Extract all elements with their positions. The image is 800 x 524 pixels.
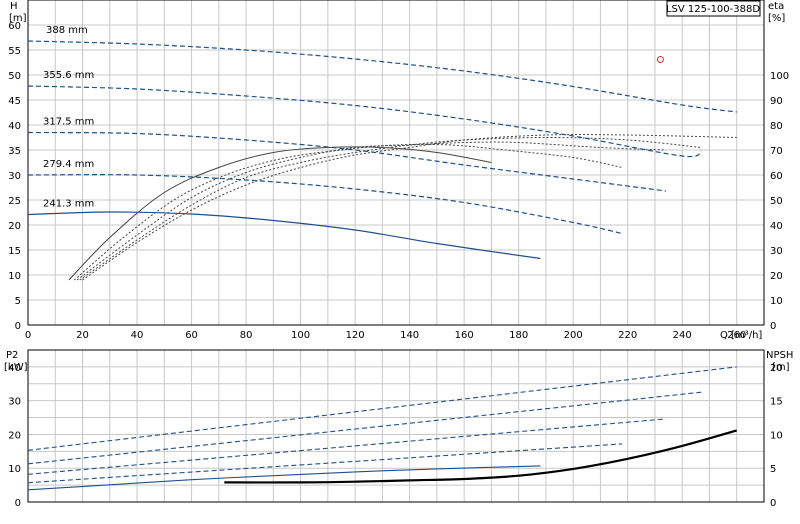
pump-curve-chart: H [m] eta [%] 0 5 10 15 20 25 30 35 40 45 50 55 60 0 10 20 3… [0, 0, 800, 520]
top-y2-tick-label: 50 [770, 196, 783, 207]
top-y2-axis-unit: [%] [768, 13, 785, 24]
top-y-tick-label: 30 [8, 171, 21, 182]
efficiency-curve [76, 141, 666, 281]
bottom-y-tick-label: 0 [15, 498, 21, 509]
power-curve [27, 443, 623, 484]
top-x-tick-label: 240 [673, 330, 692, 341]
bottom-y2-tick-label: 20 [770, 363, 783, 374]
bottom-y2-axis-label: NPSH [766, 350, 793, 361]
top-y-tick-label: 5 [15, 296, 21, 307]
top-x-tick-label: 20 [76, 330, 89, 341]
top-y-tick-label: 55 [8, 46, 21, 57]
power-curve [27, 418, 666, 475]
top-x-tick-label: 80 [240, 330, 253, 341]
pump-curve-svg: H[m]eta[%]051015202530354045505560010203… [4, 0, 793, 509]
top-y-tick-label: 0 [15, 321, 21, 332]
bottom-y-tick-label: 20 [8, 430, 21, 441]
top-y2-tick-label: 10 [770, 296, 783, 307]
top-y2-tick-label: 40 [770, 221, 783, 232]
head-curve-label: 279.4 mm [43, 159, 94, 170]
top-y2-tick-label: 100 [770, 71, 789, 82]
top-y-tick-label: 40 [8, 121, 21, 132]
bottom-y-tick-label: 40 [8, 363, 21, 374]
top-y2-axis-label: eta [768, 1, 784, 12]
head-curve-label: 317.5 mm [43, 117, 94, 128]
top-y2-tick-label: 80 [770, 121, 783, 132]
bottom-y2-tick-label: 5 [770, 464, 776, 475]
top-x-tick-label: 160 [455, 330, 474, 341]
top-x-tick-label: 0 [25, 330, 31, 341]
top-y-tick-label: 35 [8, 146, 21, 157]
bottom-y2-tick-label: 10 [770, 430, 783, 441]
operating-point-marker [656, 56, 664, 63]
top-y2-tick-label: 90 [770, 96, 783, 107]
efficiency-curve [68, 146, 492, 281]
bottom-y2-tick-label: 15 [770, 397, 783, 408]
chart-title: LSV 125-100-388D [666, 4, 760, 15]
efficiency-curve [79, 136, 702, 281]
bottom-y-tick-label: 30 [8, 397, 21, 408]
top-plot-frame [27, 0, 765, 326]
top-x-tick-label: 120 [346, 330, 365, 341]
head-curve [27, 131, 666, 192]
top-y2-tick-label: 0 [770, 321, 776, 332]
top-y-tick-label: 20 [8, 221, 21, 232]
power-curve [27, 465, 541, 491]
top-x-tick-label: 180 [509, 330, 528, 341]
top-y-tick-label: 60 [8, 21, 21, 32]
top-x-tick-label: 60 [185, 330, 198, 341]
top-y2-tick-label: 60 [770, 171, 783, 182]
head-curve-label: 388 mm [46, 25, 88, 36]
top-y2-tick-label: 70 [770, 146, 783, 157]
top-x-axis-label: Q [m³/h] [720, 330, 762, 341]
bottom-y2-tick-label: 0 [770, 498, 776, 509]
bottom-plot-frame [27, 349, 765, 503]
top-x-tick-label: 100 [291, 330, 310, 341]
top-x-tick-label: 200 [564, 330, 583, 341]
top-y-tick-label: 50 [8, 71, 21, 82]
top-x-tick-label: 220 [618, 330, 637, 341]
top-y2-tick-label: 20 [770, 271, 783, 282]
bottom-y-axis-label: P2 [6, 350, 18, 361]
head-curve [27, 211, 541, 260]
top-y-axis-label: H [10, 1, 18, 12]
bottom-y-tick-label: 10 [8, 464, 21, 475]
top-y-tick-label: 45 [8, 96, 21, 107]
head-curve-label: 355.6 mm [43, 70, 94, 81]
top-x-tick-label: 40 [131, 330, 144, 341]
top-y-tick-label: 10 [8, 271, 21, 282]
top-y-tick-label: 25 [8, 196, 21, 207]
top-y-tick-label: 15 [8, 246, 21, 257]
top-y2-tick-label: 30 [770, 246, 783, 257]
head-curve-label: 241.3 mm [43, 199, 94, 210]
top-x-tick-label: 140 [400, 330, 419, 341]
